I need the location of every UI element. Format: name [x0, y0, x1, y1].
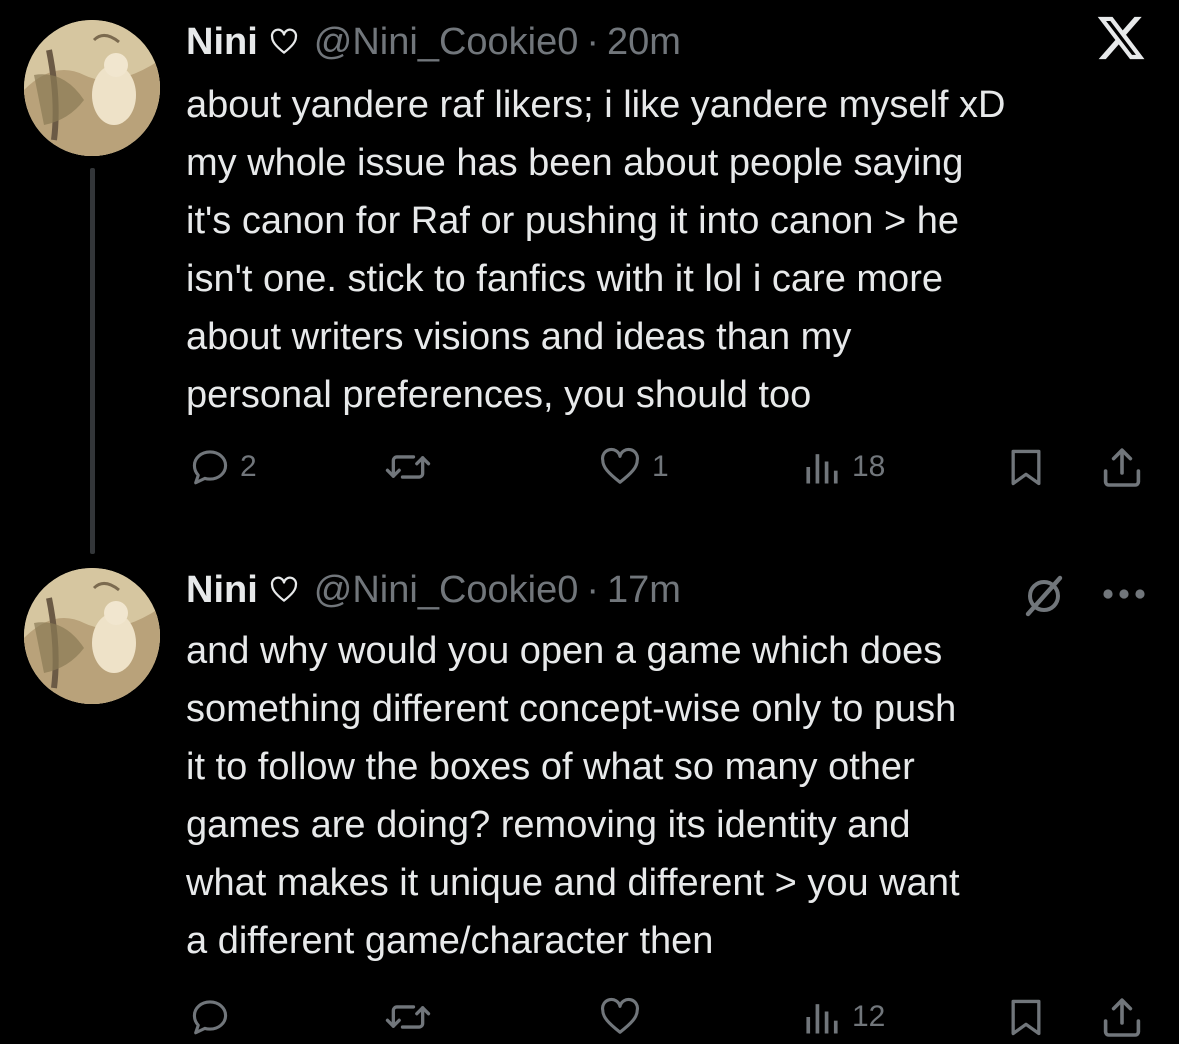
tweet-text: about yandere raf likers; i like yandere…	[186, 84, 1006, 416]
separator-dot: ·	[586, 569, 600, 611]
views-chart-icon	[806, 454, 838, 484]
reply-button[interactable]: 2	[188, 442, 257, 492]
reply-button[interactable]	[188, 992, 240, 1042]
grok-icon[interactable]	[1020, 572, 1068, 620]
share-button[interactable]	[1098, 992, 1146, 1042]
view-count: 12	[852, 1000, 886, 1033]
like-heart-icon	[601, 997, 639, 1034]
repost-button[interactable]	[384, 992, 440, 1042]
avatar[interactable]	[24, 568, 160, 704]
views-button[interactable]: 18	[800, 442, 885, 492]
tweet-text: and why would you open a game which does…	[186, 630, 960, 962]
bookmark-button[interactable]	[1004, 992, 1048, 1042]
tweet-actions: 2 1 18	[0, 442, 1179, 492]
bookmark-icon	[1011, 449, 1041, 486]
like-button[interactable]: 1	[596, 442, 669, 492]
avatar[interactable]	[24, 20, 160, 156]
user-handle[interactable]: @Nini_Cookie0	[314, 568, 579, 612]
tweet-header: Nini @Nini_Cookie0 · 17m	[186, 568, 681, 612]
user-handle[interactable]: @Nini_Cookie0	[314, 20, 579, 64]
repost-icon	[385, 1005, 431, 1029]
share-icon	[1103, 998, 1141, 1037]
separator-dot: ·	[586, 21, 600, 63]
bookmark-button[interactable]	[1004, 442, 1048, 492]
share-icon	[1103, 448, 1141, 487]
timestamp[interactable]: 20m	[607, 20, 681, 64]
share-button[interactable]	[1098, 442, 1146, 492]
repost-button[interactable]	[384, 442, 440, 492]
reply-count: 2	[240, 450, 257, 483]
like-heart-icon	[601, 447, 639, 484]
views-button[interactable]: 12	[800, 992, 885, 1042]
timestamp[interactable]: 17m	[607, 568, 681, 612]
tweet-header: Nini @Nini_Cookie0 · 20m	[186, 20, 681, 64]
views-chart-icon	[806, 1004, 838, 1034]
view-count: 18	[852, 450, 886, 483]
bookmark-icon	[1011, 999, 1041, 1036]
tweet-actions: 12	[0, 992, 1179, 1042]
repost-icon	[385, 455, 431, 479]
like-button[interactable]	[596, 992, 652, 1042]
reply-icon	[192, 450, 228, 485]
like-count: 1	[652, 450, 669, 483]
display-name[interactable]: Nini	[186, 20, 258, 64]
thread-connector-line	[90, 168, 95, 554]
reply-icon	[192, 1000, 228, 1035]
heart-outline-icon	[270, 576, 297, 602]
more-options-icon[interactable]	[1098, 578, 1150, 610]
display-name[interactable]: Nini	[186, 568, 258, 612]
heart-outline-icon	[270, 28, 297, 54]
x-logo-icon[interactable]	[1095, 12, 1147, 64]
